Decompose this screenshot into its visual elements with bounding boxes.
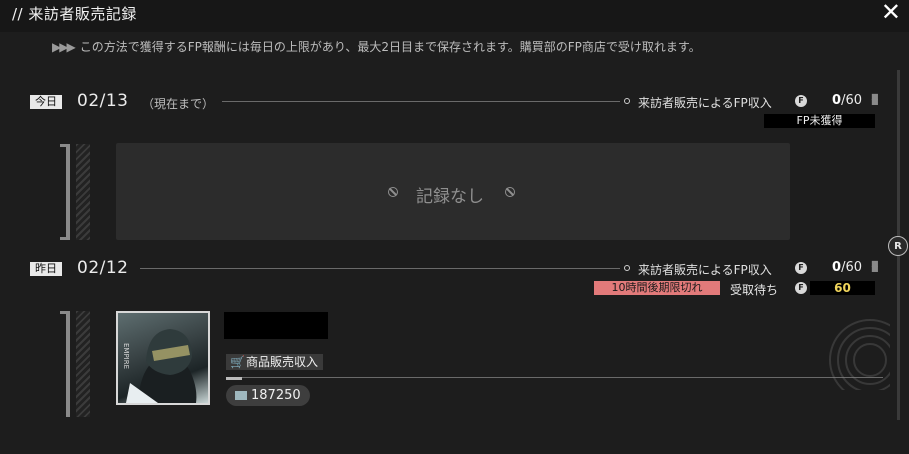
day-date: 02/13 bbox=[77, 91, 129, 111]
divider-line bbox=[140, 268, 620, 269]
credit-icon bbox=[235, 391, 247, 400]
no-entry-icon bbox=[388, 187, 398, 197]
svg-text:EMPIRE: EMPIRE bbox=[122, 343, 130, 369]
more-dots-icon[interactable]: ■ ■ bbox=[871, 260, 879, 273]
pending-label: 受取待ち bbox=[730, 283, 779, 297]
fp-coin-icon: F bbox=[795, 95, 807, 107]
fp-coin-icon: F bbox=[795, 262, 807, 274]
bullet-icon bbox=[624, 265, 630, 271]
divider-marker bbox=[226, 377, 242, 380]
pending-fp-value[interactable]: 60 bbox=[810, 281, 875, 295]
amount-pill: 187250 bbox=[226, 385, 310, 406]
cart-icon: 🛒 bbox=[230, 355, 245, 369]
shop-income-tag: 🛒商品販売収入 bbox=[226, 354, 324, 370]
expire-badge: 10時間後期限切れ bbox=[594, 281, 720, 295]
hatch-decoration bbox=[76, 311, 90, 417]
close-icon[interactable]: ✕ bbox=[881, 0, 901, 24]
fp-income-label: 来訪者販売によるFP収入 bbox=[638, 96, 772, 110]
fp-status-badge: FP未獲得 bbox=[764, 114, 875, 128]
notice-line: ▶▶▶ この方法で獲得するFP報酬には毎日の上限があり、最大2日目まで保存されます… bbox=[52, 38, 852, 54]
timeline-rail bbox=[66, 311, 70, 417]
day-date: 02/12 bbox=[77, 258, 129, 278]
rail-tick bbox=[60, 237, 70, 240]
page-title: // 来訪者販売記録 bbox=[12, 5, 137, 23]
character-portrait-image: EMPIRE bbox=[122, 329, 197, 403]
bullet-icon bbox=[624, 98, 630, 104]
day-tag-yesterday: 昨日 bbox=[30, 262, 62, 276]
visitor-portrait[interactable]: EMPIRE bbox=[116, 311, 210, 405]
divider-line bbox=[222, 101, 620, 102]
day-subtitle: （現在まで） bbox=[142, 97, 215, 111]
scrollbar-handle[interactable]: R bbox=[888, 236, 908, 256]
fp-income-label: 来訪者販売によるFP収入 bbox=[638, 263, 772, 277]
day-tag-today: 今日 bbox=[30, 95, 62, 109]
triple-arrow-icon: ▶▶▶ bbox=[52, 40, 76, 54]
empty-record-text: 記録なし bbox=[416, 187, 484, 207]
background-decoration bbox=[829, 319, 890, 390]
hatch-decoration bbox=[76, 144, 90, 240]
fp-coin-icon: F bbox=[795, 282, 807, 294]
more-dots-icon[interactable]: ■ ■ bbox=[871, 93, 879, 106]
no-entry-icon bbox=[505, 187, 515, 197]
fp-count: 0/60 bbox=[832, 93, 862, 108]
visitor-name-redacted bbox=[224, 312, 328, 339]
notice-text: この方法で獲得するFP報酬には毎日の上限があり、最大2日目まで保存されます。購買… bbox=[79, 40, 701, 54]
fp-count: 0/60 bbox=[832, 260, 862, 275]
timeline-rail bbox=[66, 144, 70, 240]
